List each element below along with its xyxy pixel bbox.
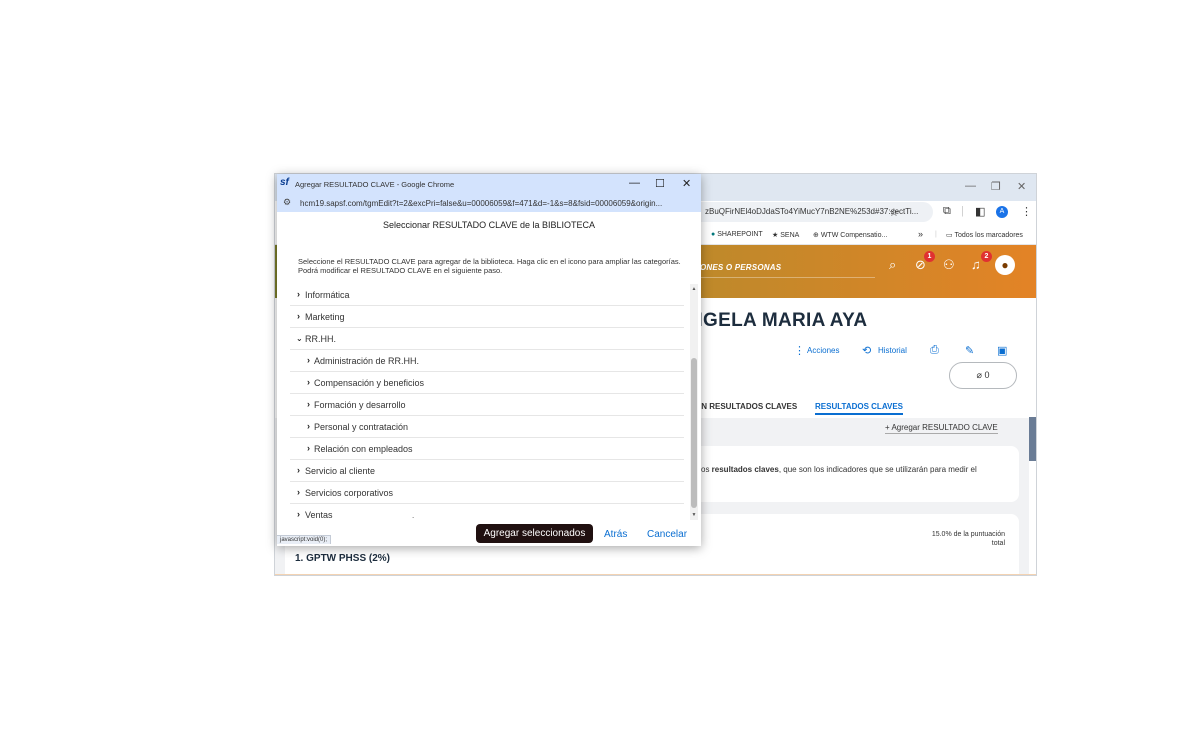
restore-icon[interactable]: ❐ <box>991 180 1001 193</box>
sidepanel-icon[interactable]: ◧ <box>975 205 985 218</box>
list-item[interactable]: ⌄ RR.HH. <box>290 328 684 350</box>
bookmark-sharepoint[interactable]: ● SHAREPOINT <box>711 231 763 238</box>
attachments-count: 0 <box>984 370 990 380</box>
folder-icon: ▭ <box>946 232 953 239</box>
attachments-button[interactable]: ⌀ 0 <box>949 362 1017 389</box>
chevron-right-icon[interactable]: › <box>307 421 310 431</box>
separator: | <box>935 231 937 238</box>
list-item[interactable]: › Personal y contratación <box>290 416 684 438</box>
address-text: zBuQFirNEl4oDJdaSTo4YiMucY7nB2NE%253d#37… <box>705 207 919 216</box>
description-text: os resultados claves, que son los indica… <box>701 465 977 474</box>
history-icon[interactable]: ⟲ <box>862 344 871 357</box>
add-selected-button[interactable]: Agregar seleccionados <box>476 524 593 543</box>
print-icon[interactable]: ⎙ <box>930 344 939 357</box>
save-icon[interactable]: ▣ <box>997 344 1007 357</box>
bookmarks-overflow[interactable]: » <box>918 229 923 239</box>
tab-resultados-claves[interactable]: RESULTADOS CLAVES <box>815 402 904 415</box>
list-item[interactable]: › Marketing <box>290 306 684 328</box>
scrollbar[interactable]: ▲ ▼ <box>690 284 698 520</box>
list-item[interactable]: › Servicios corporativos <box>290 482 684 504</box>
list-item[interactable]: › Administración de RR.HH. <box>290 350 684 372</box>
bookmark-sena[interactable]: ★ SENA <box>772 231 799 239</box>
hand-cursor-icon: ☝ <box>407 514 416 518</box>
chevron-right-icon[interactable]: › <box>307 377 310 387</box>
status-bar: javascript:void(0); <box>277 535 332 544</box>
scrollbar[interactable] <box>1029 417 1036 461</box>
chevron-right-icon[interactable]: › <box>297 311 300 321</box>
goal-title: 1. GPTW PHSS (2%) <box>295 553 391 564</box>
sharepoint-icon: ● <box>711 231 716 238</box>
people-icon[interactable]: ⚇ <box>943 257 955 273</box>
scrollbar-thumb[interactable] <box>691 358 697 508</box>
list-item[interactable]: › Formación y desarrollo <box>290 394 684 416</box>
history-button[interactable]: Historial <box>878 346 907 355</box>
description-card <box>675 446 1019 502</box>
close-icon[interactable]: ✕ <box>682 177 691 190</box>
list-item[interactable]: › Compensación y beneficios <box>290 372 684 394</box>
paperclip-icon: ⌀ <box>976 370 982 380</box>
maximize-icon[interactable]: ☐ <box>655 177 665 190</box>
search-input[interactable]: ONES O PERSONAS <box>700 263 781 272</box>
bookmark-wtw[interactable]: ⊕ WTW Compensatio... <box>813 231 887 239</box>
popup-url-bar: ⚙ hcm19.sapsf.com/tgmEdit?t=2&excPri=fal… <box>277 194 701 212</box>
sf-logo-icon: sf <box>280 177 289 188</box>
popup-url[interactable]: hcm19.sapsf.com/tgmEdit?t=2&excPri=false… <box>300 199 695 208</box>
extensions-icon[interactable]: ⧉ <box>943 205 951 218</box>
page-title: NGELA MARIA AYA <box>689 310 868 331</box>
weight-text: 15.0% de la puntuación total <box>931 531 1005 547</box>
dialog-heading: Seleccionar RESULTADO CLAVE de la BIBLIO… <box>382 220 596 230</box>
popup-title-bar: sf Agregar RESULTADO CLAVE - Google Chro… <box>277 174 701 194</box>
notification-badge: 1 <box>924 251 935 262</box>
chevron-right-icon[interactable]: › <box>297 509 300 518</box>
scroll-up-icon[interactable]: ▲ <box>690 286 698 292</box>
popup-window-title: Agregar RESULTADO CLAVE - Google Chrome <box>295 180 455 189</box>
menu-icon[interactable]: ⋮ <box>1021 205 1032 218</box>
scroll-down-icon[interactable]: ▼ <box>690 512 698 518</box>
chevron-right-icon[interactable]: › <box>297 487 300 497</box>
list-item[interactable]: › Informática <box>290 284 684 306</box>
separator: | <box>961 205 964 217</box>
cancel-button[interactable]: Cancelar <box>647 529 687 540</box>
bookmark-star-icon[interactable]: ☆ <box>889 206 899 219</box>
profile-icon[interactable]: A <box>996 206 1008 218</box>
chevron-right-icon[interactable]: › <box>307 355 310 365</box>
list-item[interactable]: › Ventas <box>290 504 684 518</box>
chevron-right-icon[interactable]: › <box>297 465 300 475</box>
star-icon: ★ <box>772 232 779 239</box>
chevron-right-icon[interactable]: › <box>307 399 310 409</box>
tab-resultados-claves-prev[interactable]: ÓN RESULTADOS CLAVES <box>695 402 797 411</box>
list-item[interactable]: › Servicio al cliente <box>290 460 684 482</box>
site-settings-icon[interactable]: ⚙ <box>283 197 291 208</box>
edit-icon[interactable]: ✎ <box>965 344 974 357</box>
add-key-result-button[interactable]: + Agregar RESULTADO CLAVE <box>885 423 998 434</box>
search-icon[interactable]: ⌕ <box>889 257 896 273</box>
list-item[interactable]: › Relación con empleados <box>290 438 684 460</box>
divider <box>275 574 1036 575</box>
chevron-right-icon[interactable]: › <box>307 443 310 453</box>
all-bookmarks[interactable]: ▭ Todos los marcadores <box>946 231 1023 239</box>
minimize-icon[interactable]: — <box>965 180 976 192</box>
close-icon[interactable]: ✕ <box>1017 180 1026 193</box>
instructions-text: Seleccione el RESULTADO CLAVE para agreg… <box>298 257 681 275</box>
chevron-right-icon[interactable]: › <box>297 289 300 299</box>
more-icon[interactable]: ⋮ <box>794 344 805 357</box>
category-list: › Informática › Marketing ⌄ RR.HH. › Adminis… <box>290 284 684 518</box>
minimize-icon[interactable]: — <box>629 177 640 189</box>
back-button[interactable]: Atrás <box>604 529 627 540</box>
chevron-down-icon[interactable]: ⌄ <box>296 334 303 343</box>
avatar[interactable]: ● <box>995 255 1015 275</box>
bell-icon[interactable]: ♫ <box>971 257 981 272</box>
add-key-result-popup: sf Agregar RESULTADO CLAVE - Google Chro… <box>277 174 701 546</box>
globe-icon: ⊕ <box>813 232 819 239</box>
notification-badge: 2 <box>981 251 992 262</box>
actions-button[interactable]: Acciones <box>807 346 839 355</box>
search-underline <box>700 277 875 278</box>
